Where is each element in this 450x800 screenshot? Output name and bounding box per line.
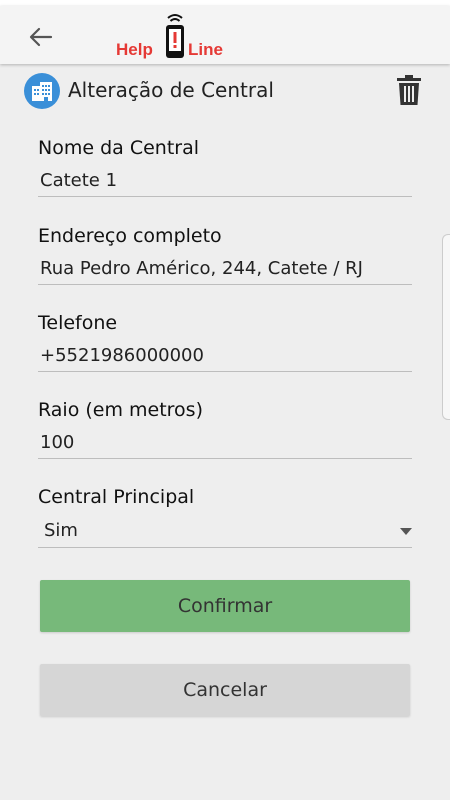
logo-text-line: Line — [188, 40, 223, 59]
edge-panel-handle[interactable] — [442, 234, 450, 420]
field-raio: Raio (em metros) — [38, 396, 412, 459]
telefone-label: Telefone — [38, 312, 118, 334]
field-telefone: Telefone — [38, 309, 412, 372]
raio-label: Raio (em metros) — [38, 399, 203, 421]
arrow-left-icon — [29, 27, 53, 47]
app-logo: Help Line — [114, 10, 234, 64]
nome-input[interactable] — [38, 166, 412, 197]
phone-signal-icon — [166, 14, 184, 58]
screen: Help Line Alteração de Central Nome da C… — [0, 0, 450, 800]
trash-icon[interactable] — [396, 74, 422, 106]
principal-label: Central Principal — [38, 486, 195, 508]
logo-text-help: Help — [116, 40, 153, 59]
dropdown-arrow-icon — [400, 528, 412, 535]
principal-selected-value: Sim — [44, 520, 78, 541]
field-principal: Central Principal Sim — [38, 483, 412, 548]
telefone-input[interactable] — [38, 341, 412, 372]
principal-select[interactable]: Sim — [38, 515, 412, 548]
confirm-button[interactable]: Confirmar — [40, 580, 410, 632]
building-icon — [24, 73, 60, 109]
endereco-label: Endereço completo — [38, 225, 222, 247]
nome-label: Nome da Central — [38, 137, 199, 159]
cancel-button[interactable]: Cancelar — [40, 664, 410, 716]
page-header: Alteração de Central — [24, 72, 428, 110]
field-nome: Nome da Central — [38, 134, 412, 197]
field-endereco: Endereço completo — [38, 222, 412, 285]
page-title: Alteração de Central — [68, 78, 274, 102]
raio-input[interactable] — [38, 428, 412, 459]
back-button[interactable] — [24, 22, 58, 52]
app-bar: Help Line — [0, 6, 450, 64]
endereco-input[interactable] — [38, 254, 412, 285]
